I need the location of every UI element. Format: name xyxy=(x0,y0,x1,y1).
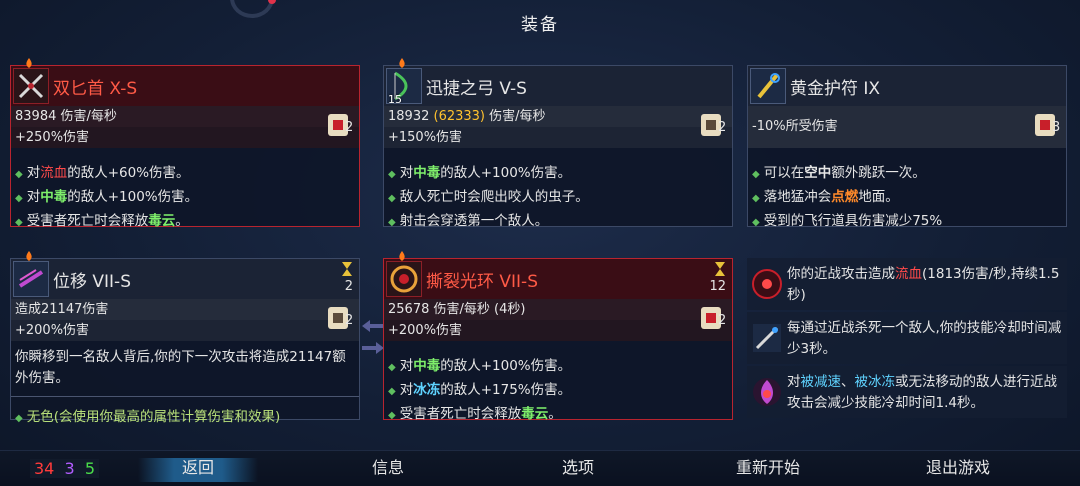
link-arrow-icon xyxy=(362,342,384,354)
effects-list: ◆ 可以在空中额外跳跃一次。 ◆ 落地猛冲会点燃地面。 ◆ 受到的飞行道具伤害减少75… xyxy=(748,158,1066,234)
damage-bonus: +200%伤害 xyxy=(384,320,732,341)
effect-line: ◆ 受害者死亡时会释放毒云。 xyxy=(388,406,562,422)
phase-icon xyxy=(13,261,49,297)
dual-daggers-icon xyxy=(13,68,49,104)
effect-line: ◆ 对冰冻的敌人+175%伤害。 xyxy=(388,382,572,398)
card-header: 撕裂光环 VII-S 12 xyxy=(384,251,732,299)
brutality-count: 34 xyxy=(34,459,55,478)
page-title: 装备 xyxy=(521,15,559,35)
skill-name: 撕裂光环 VII-S xyxy=(426,271,538,292)
effect-line: ◆ 敌人死亡时会爬出咬人的虫子。 xyxy=(388,189,589,205)
flame-icon xyxy=(26,251,32,261)
dps-stat: 18932 (62333) 伤害/每秒 xyxy=(384,106,732,127)
scroll-count: 2 xyxy=(345,313,354,328)
effects-list: ◆ 对中毒的敌人+100%伤害。 ◆ 对冰冻的敌人+175%伤害。 ◆ 受害者死亡时会… xyxy=(384,351,732,427)
weapon-card-dual-daggers[interactable]: 双匕首 X-S 83984 伤害/每秒 +250%伤害 2 ◆ 对流血的敌人+60… xyxy=(10,58,360,229)
amulet-stat: -10%所受伤害 xyxy=(748,106,1066,148)
skill-card-lacerating-aura[interactable]: 撕裂光环 VII-S 12 25678 伤害/每秒 (4秒) +200%伤害 2… xyxy=(383,251,733,422)
bow-level: 15 xyxy=(388,93,402,106)
effect-line: ◆ 对中毒的敌人+100%伤害。 xyxy=(388,358,572,374)
card-header: 黄金护符 IX xyxy=(748,66,1066,106)
mutation-item[interactable]: 对被减速、被冰冻或无法移动的敌人进行近战攻击会减少技能冷却时间1.4秒。 xyxy=(747,366,1067,418)
effects-list: ◆ 对流血的敌人+60%伤害。 ◆ 对中毒的敌人+100%伤害。 ◆ 受害者死亡时会释… xyxy=(11,158,359,234)
dps-stat: 25678 伤害/每秒 (4秒) xyxy=(384,299,732,320)
effect-line: ◆ 可以在空中额外跳跃一次。 xyxy=(752,165,926,181)
damage-stat: 造成21147伤害 xyxy=(11,299,359,320)
damage-bonus: +150%伤害 xyxy=(384,127,732,148)
skill-description: 你瞬移到一名敌人背后,你的下一次攻击将造成21147额外伤害。 xyxy=(11,341,359,397)
link-arrow-icon xyxy=(362,320,384,332)
effect-line: ◆ 受害者死亡时会释放毒云。 xyxy=(15,213,189,229)
skill-card-phase[interactable]: 位移 VII-S 2 造成21147伤害 +200%伤害 2 你瞬移到一名敌人背… xyxy=(10,251,360,425)
flame-icon xyxy=(26,58,32,68)
weapon-name: 双匕首 X-S xyxy=(53,78,138,99)
mutation-item[interactable]: 每通过近战杀死一个敌人,你的技能冷却时间减少3秒。 xyxy=(747,312,1067,364)
dps-stat: 83984 伤害/每秒 xyxy=(11,106,359,127)
amulet-icon xyxy=(750,68,786,104)
effect-line: ◆ 落地猛冲会点燃地面。 xyxy=(752,189,899,205)
options-button[interactable]: 选项 xyxy=(518,458,638,482)
bow-icon: 15 xyxy=(386,68,422,106)
weapon-name: 迅捷之弓 V-S xyxy=(426,78,527,99)
flame-icon xyxy=(399,251,405,261)
effect-line: ◆ 对流血的敌人+60%伤害。 xyxy=(15,165,190,181)
scroll-count: 2 xyxy=(345,120,354,135)
scroll-count: 2 xyxy=(718,313,727,328)
effect-line: ◆ 射击会穿透第一个敌人。 xyxy=(388,213,549,229)
survival-count: 5 xyxy=(84,459,96,478)
amulet-card[interactable]: 黄金护符 IX -10%所受伤害 3 ◆ 可以在空中额外跳跃一次。 ◆ 落地猛冲会点… xyxy=(747,65,1067,229)
mutation-item[interactable]: 你的近战攻击造成流血(1813伤害/秒,持续1.5秒) xyxy=(747,258,1067,310)
effect-line: ◆ 对中毒的敌人+100%伤害。 xyxy=(15,189,199,205)
damage-bonus: +200%伤害 xyxy=(11,320,359,341)
predator-mutation-icon xyxy=(753,378,781,406)
affinity-line: ◆ 无色(会使用你最高的属性计算伤害和效果) xyxy=(15,409,281,425)
hourglass-icon xyxy=(715,262,725,276)
restart-button[interactable]: 重新开始 xyxy=(708,458,828,482)
effect-line: ◆ 受到的飞行道具伤害减少75% xyxy=(752,213,943,229)
mutations-panel: 你的近战攻击造成流血(1813伤害/秒,持续1.5秒) 每通过近战杀死一个敌人,… xyxy=(747,258,1067,420)
scroll-count: 2 xyxy=(718,120,727,135)
card-header: 位移 VII-S 2 xyxy=(11,251,359,299)
back-button[interactable]: 返回 xyxy=(138,458,258,482)
card-header: 15 迅捷之弓 V-S xyxy=(384,58,732,106)
cooldown-seconds: 2 xyxy=(344,279,353,294)
amulet-name: 黄金护符 IX xyxy=(790,78,881,99)
combo-mutation-icon xyxy=(753,324,781,352)
cooldown-seconds: 12 xyxy=(709,279,726,294)
effect-line: ◆ 对中毒的敌人+100%伤害。 xyxy=(388,165,572,181)
quit-button[interactable]: 退出游戏 xyxy=(898,458,1018,482)
scroll-stats: 34 3 5 xyxy=(30,459,100,478)
effects-list: ◆ 对中毒的敌人+100%伤害。 ◆ 敌人死亡时会爬出咬人的虫子。 ◆ 射击会穿透第一… xyxy=(384,158,732,234)
tactics-count: 3 xyxy=(64,459,75,478)
bleed-mutation-icon xyxy=(752,269,782,299)
scroll-count: 3 xyxy=(1052,120,1061,135)
weapon-card-swift-bow[interactable]: 15 迅捷之弓 V-S 18932 (62333) 伤害/每秒 +150%伤害 … xyxy=(383,58,733,229)
card-header: 双匕首 X-S xyxy=(11,58,359,106)
flame-icon xyxy=(399,58,405,68)
bottom-menu-bar: 34 3 5 返回 信息 选项 重新开始 退出游戏 xyxy=(0,450,1080,486)
hourglass-icon xyxy=(342,262,352,276)
aura-icon xyxy=(386,261,422,297)
info-button[interactable]: 信息 xyxy=(328,458,448,482)
skill-name: 位移 VII-S xyxy=(53,271,131,292)
damage-bonus: +250%伤害 xyxy=(11,127,359,148)
